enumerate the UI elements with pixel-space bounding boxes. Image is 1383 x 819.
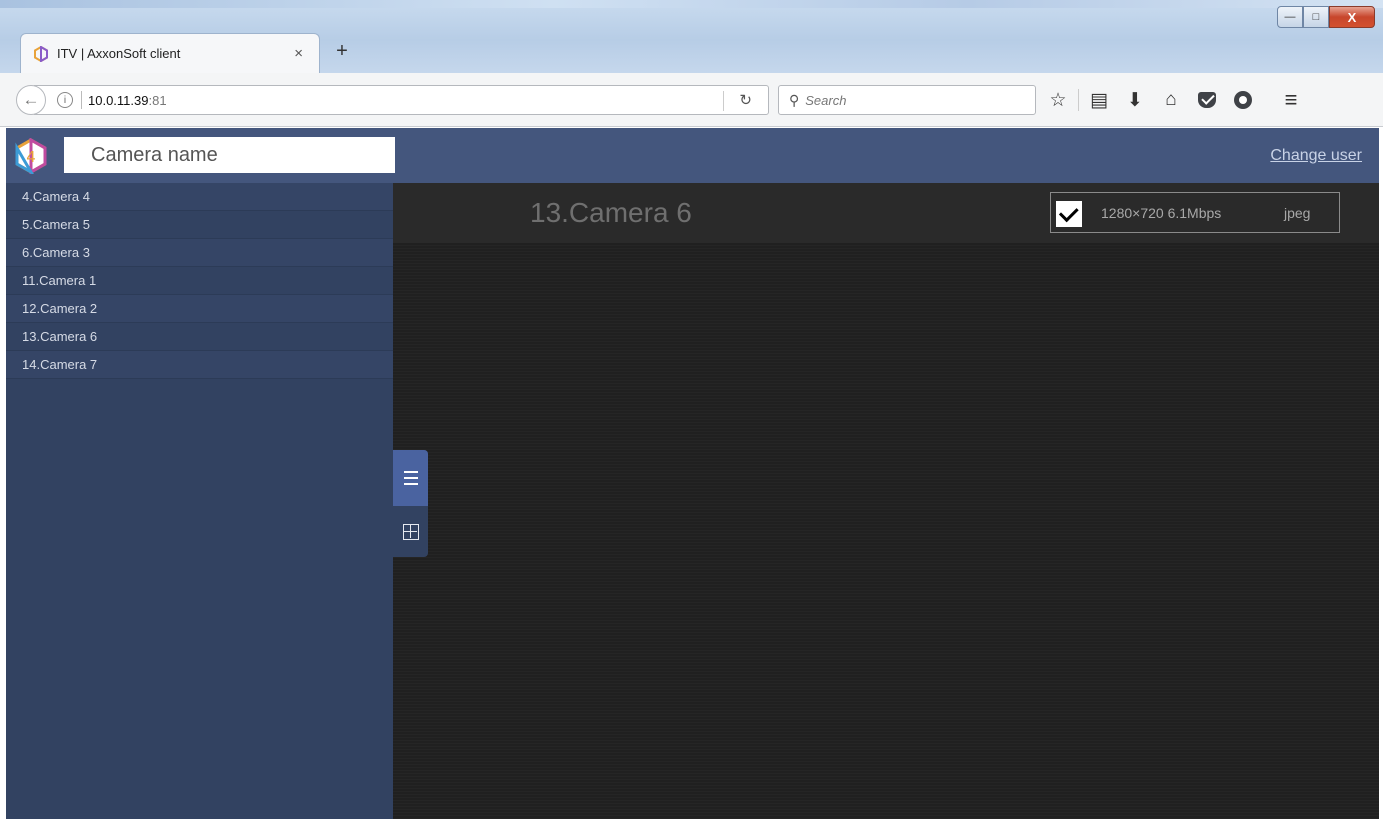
url-port: :81 (148, 92, 167, 108)
window-controls: — □ X (1277, 6, 1375, 28)
home-icon[interactable]: ⌂ (1153, 89, 1189, 111)
change-user-link[interactable]: Change user (1270, 147, 1362, 165)
url-separator (81, 91, 82, 109)
stream-checkbox[interactable] (1056, 201, 1082, 227)
search-placeholder: Search (805, 92, 847, 108)
new-tab-button[interactable]: + (332, 40, 352, 63)
camera-list-item[interactable]: 4.Camera 4 (6, 183, 393, 211)
back-button[interactable]: ← (16, 85, 46, 115)
camera-list-sidebar: 4.Camera 4 5.Camera 5 6.Camera 3 11.Came… (6, 183, 393, 819)
list-icon (403, 469, 418, 487)
grid-icon (402, 523, 419, 540)
url-host: 10.0.11.39 (88, 92, 149, 108)
search-icon: ⚲ (789, 91, 800, 108)
minimize-button[interactable]: — (1277, 6, 1303, 28)
axxon-logo-icon: 4 (15, 138, 47, 174)
tab-close-icon[interactable]: × (294, 45, 303, 62)
camera-list-item[interactable]: 6.Camera 3 (6, 239, 393, 267)
browser-tab[interactable]: ITV | AxxonSoft client × (20, 33, 320, 73)
camera-list-item[interactable]: 12.Camera 2 (6, 295, 393, 323)
camera-list-item[interactable]: 5.Camera 5 (6, 211, 393, 239)
svg-text:4: 4 (26, 148, 36, 166)
close-window-button[interactable]: X (1329, 6, 1375, 28)
reading-list-icon[interactable]: ▤ (1081, 89, 1117, 112)
pocket-icon[interactable] (1198, 92, 1216, 108)
download-icon[interactable]: ⬇ (1117, 89, 1153, 112)
browser-search-bar[interactable]: ⚲ Search (778, 85, 1036, 115)
camera-title: 13.Camera 6 (530, 197, 692, 228)
site-info-icon[interactable]: i (57, 92, 73, 108)
reload-icon[interactable]: ↻ (739, 91, 752, 109)
camera-search-input[interactable] (64, 137, 395, 173)
camera-list-item[interactable]: 13.Camera 6 (6, 323, 393, 351)
viewer-header: 13.Camera 6 1280×720 6.1Mbps jpeg (393, 183, 1379, 243)
toolbar-separator (1078, 89, 1079, 111)
back-arrow-icon: ← (22, 90, 40, 109)
browser-titlebar: ITV | AxxonSoft client × + — □ X (0, 0, 1383, 73)
list-view-button[interactable] (393, 450, 428, 506)
bookmark-star-icon[interactable]: ☆ (1040, 89, 1076, 112)
stream-resolution-bitrate: 1280×720 6.1Mbps (1101, 205, 1222, 221)
stream-codec: jpeg (1284, 205, 1311, 221)
address-bar[interactable]: i 10.0.11.39 :81 ↻ (34, 85, 769, 115)
camera-list-item[interactable]: 14.Camera 7 (6, 351, 393, 379)
video-viewer[interactable]: 13.Camera 6 1280×720 6.1Mbps jpeg (393, 183, 1379, 819)
browser-navbar: i 10.0.11.39 :81 ↻ ← ⚲ Search ☆ ▤ ⬇ ⌂ ≡ (0, 73, 1383, 127)
hamburger-menu-icon[interactable]: ≡ (1273, 87, 1309, 113)
axxon-favicon-icon (34, 45, 48, 62)
maximize-button[interactable]: □ (1303, 6, 1329, 28)
camera-list-item[interactable]: 11.Camera 1 (6, 267, 393, 295)
app-header: 4 Change user (6, 128, 1379, 183)
extension-icon[interactable] (1234, 91, 1252, 109)
tab-title: ITV | AxxonSoft client (57, 46, 181, 61)
view-mode-toggle (393, 450, 428, 557)
grid-view-button[interactable] (393, 506, 428, 557)
reload-separator (723, 91, 724, 111)
stream-selector[interactable]: 1280×720 6.1Mbps jpeg (1050, 192, 1340, 233)
browser-toolbar: ☆ ▤ ⬇ ⌂ ≡ (1040, 87, 1309, 113)
